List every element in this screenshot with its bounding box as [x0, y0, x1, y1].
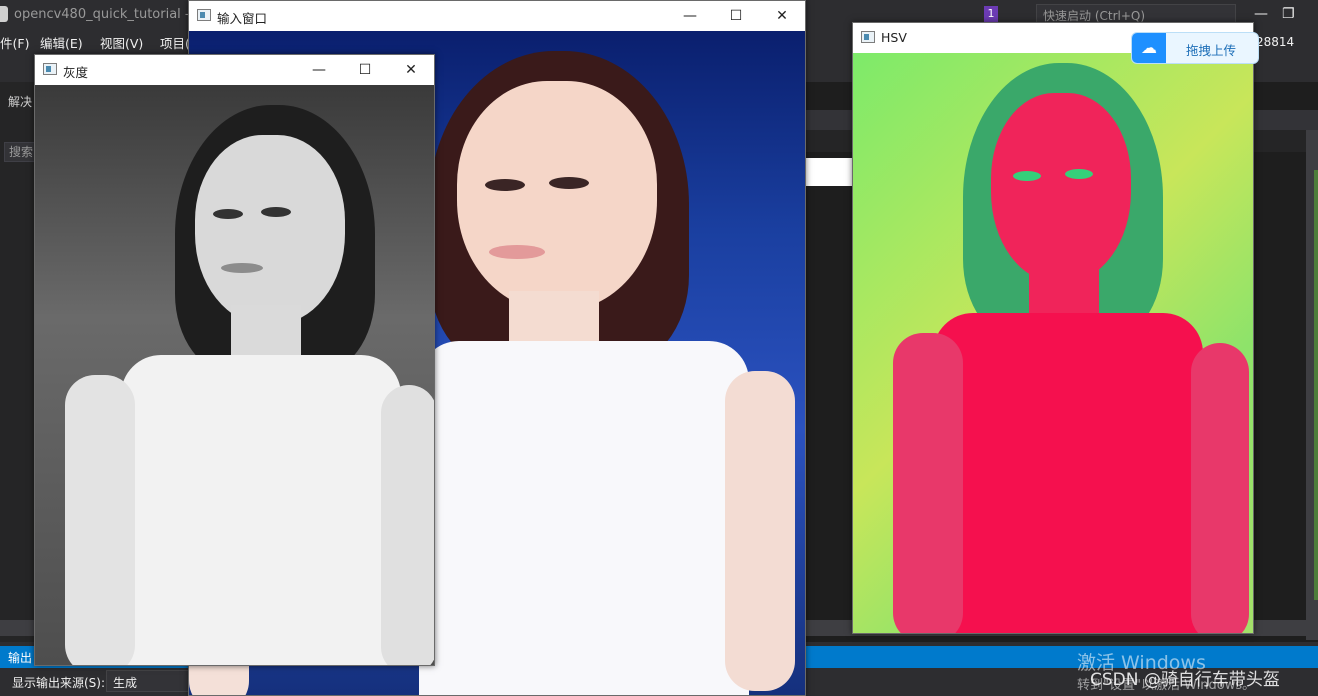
solution-explorer-panel [0, 82, 36, 642]
vs-minimize-icon[interactable]: — [1254, 6, 1268, 22]
quick-launch-input[interactable]: 快速启动 (Ctrl+Q) [1036, 4, 1236, 24]
menu-view[interactable]: 视图(V) [100, 33, 143, 52]
menu-file[interactable]: 件(F) [0, 33, 29, 52]
gray-image [35, 85, 434, 665]
right-eye-shape [549, 177, 589, 189]
vs-app-icon [0, 6, 8, 22]
arm-shape [893, 333, 963, 633]
editor-highlight [806, 158, 852, 186]
input-window-title: 输入窗口 [217, 11, 268, 26]
arm-shape [65, 375, 135, 665]
scroll-change-marker [1314, 170, 1318, 600]
window-app-icon [861, 31, 875, 43]
csdn-watermark: CSDN @骑自行车带头盔 [1090, 670, 1280, 690]
output-source-label: 显示输出来源(S): [12, 676, 106, 690]
maximize-icon[interactable]: ☐ [713, 1, 759, 31]
lips-shape [221, 263, 263, 273]
output-source-select[interactable]: 生成 [106, 670, 190, 692]
vs-restore-icon[interactable]: ❐ [1282, 6, 1295, 22]
right-eye-shape [1065, 169, 1093, 179]
menu-project[interactable]: 项目( [160, 33, 190, 52]
hsv-window-title: HSV [881, 30, 907, 45]
arm-shape-right [381, 385, 434, 665]
hsv-window[interactable]: HSV [852, 22, 1254, 634]
input-window-titlebar[interactable]: 输入窗口 — ☐ ✕ [189, 1, 805, 31]
close-icon[interactable]: ✕ [759, 1, 805, 31]
face-shape [991, 93, 1131, 283]
left-eye-shape [1013, 171, 1041, 181]
minimize-icon[interactable]: — [667, 1, 713, 31]
cloud-icon: ☁ [1132, 33, 1166, 63]
menu-edit[interactable]: 编辑(E) [40, 33, 83, 52]
notification-badge[interactable]: 1 [984, 6, 998, 22]
drag-upload-widget[interactable]: ☁ 拖拽上传 [1131, 32, 1259, 64]
minimize-icon[interactable]: — [296, 55, 342, 85]
window-app-icon [43, 63, 57, 75]
dress-shape [419, 341, 749, 695]
dress-shape [933, 313, 1203, 633]
gray-window[interactable]: 灰度 — ☐ ✕ [34, 54, 435, 666]
arm-shape-right [1191, 343, 1249, 633]
vs-user-name[interactable]: 28814 [1256, 35, 1294, 49]
face-shape [195, 135, 345, 325]
lips-shape [489, 245, 545, 259]
gray-window-title: 灰度 [63, 65, 89, 80]
drag-upload-label: 拖拽上传 [1186, 43, 1237, 58]
arm-shape [725, 371, 795, 691]
right-eye-shape [261, 207, 291, 217]
left-eye-shape [485, 179, 525, 191]
left-eye-shape [213, 209, 243, 219]
dress-shape [121, 355, 401, 665]
gray-window-titlebar[interactable]: 灰度 — ☐ ✕ [35, 55, 434, 85]
hsv-image [853, 53, 1253, 633]
window-app-icon [197, 9, 211, 21]
solution-explorer-title: 解决 [8, 95, 33, 109]
close-icon[interactable]: ✕ [388, 55, 434, 85]
vs-window-title: opencv480_quick_tutorial - M [14, 7, 205, 22]
solution-search-input[interactable]: 搜索 [4, 142, 36, 162]
maximize-icon[interactable]: ☐ [342, 55, 388, 85]
output-panel-title: 输出 [8, 651, 33, 665]
face-shape [457, 81, 657, 311]
